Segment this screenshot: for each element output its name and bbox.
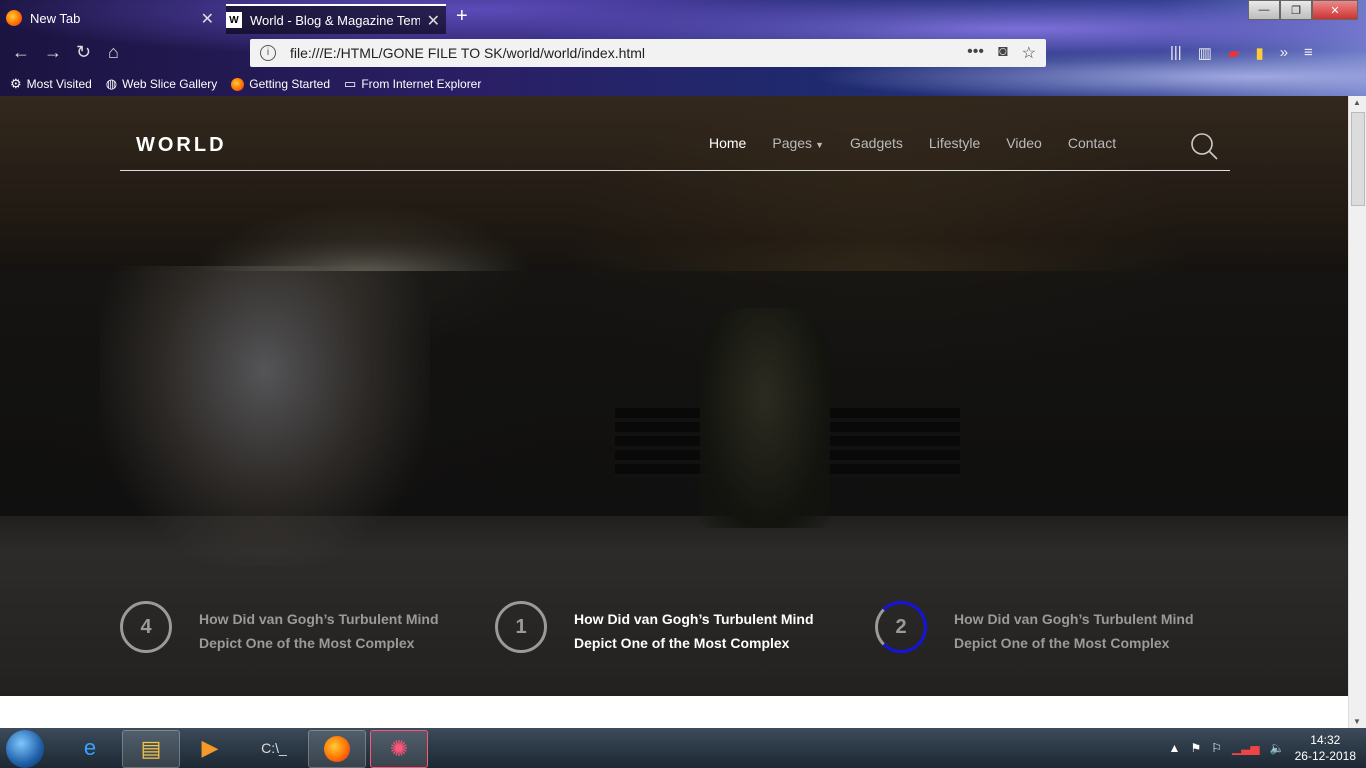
firefox-icon xyxy=(231,77,245,91)
bookmark-most-visited[interactable]: ⚙ Most Visited xyxy=(10,76,92,92)
close-tab-icon[interactable]: ✕ xyxy=(201,9,214,29)
menu-icon[interactable]: ≡ xyxy=(1304,44,1313,62)
browser-chrome: New Tab ✕ W World - Blog & Magazine Tem … xyxy=(0,0,1366,96)
bookmark-star-icon[interactable]: ☆ xyxy=(1022,43,1036,63)
feature-number-badge-progress: 2 xyxy=(875,601,927,653)
action-center-flag-icon[interactable]: ⚐ xyxy=(1211,741,1222,755)
feature-item[interactable]: 4 How Did van Gogh’s Turbulent Mind Depi… xyxy=(120,601,469,655)
header-divider xyxy=(120,170,1230,171)
scroll-up-icon[interactable]: ▲ xyxy=(1353,98,1361,107)
nav-video[interactable]: Video xyxy=(1006,135,1042,151)
bookmarks-bar: ⚙ Most Visited ◍ Web Slice Gallery Getting… xyxy=(10,76,481,92)
search-icon[interactable] xyxy=(1190,132,1218,160)
clock-date: 26-12-2018 xyxy=(1294,749,1356,763)
address-bar[interactable]: i file:///E:/HTML/GONE FILE TO SK/world/… xyxy=(250,39,1046,67)
feature-item[interactable]: 2 How Did van Gogh’s Turbulent Mind Depi… xyxy=(875,601,1224,655)
feature-number-badge: 1 xyxy=(495,601,547,653)
bookmark-web-slice-gallery[interactable]: ◍ Web Slice Gallery xyxy=(106,76,218,92)
app-taskbar-icon[interactable]: ✺ xyxy=(370,730,428,768)
bookmark-label: Getting Started xyxy=(249,77,331,91)
signal-icon[interactable]: ▁▃▅ xyxy=(1232,741,1260,755)
start-button[interactable] xyxy=(6,730,44,768)
network-status-icon[interactable]: ⚑ xyxy=(1190,741,1201,755)
tab-label: New Tab xyxy=(30,10,81,26)
bookmark-label: Web Slice Gallery xyxy=(122,77,218,91)
flash-addon-icon[interactable]: ▰ xyxy=(1228,44,1240,62)
scroll-down-icon[interactable]: ▼ xyxy=(1353,717,1361,726)
feature-title-line: How Did van Gogh’s Turbulent Mind xyxy=(954,611,1194,627)
nav-pages[interactable]: Pages ▼ xyxy=(772,135,824,151)
page-actions-icon[interactable]: ••• xyxy=(967,43,984,63)
overflow-icon[interactable]: » xyxy=(1280,44,1288,62)
folder-icon: ▭ xyxy=(344,76,357,91)
bookmark-getting-started[interactable]: Getting Started xyxy=(231,76,330,92)
show-hidden-icons-icon[interactable]: ▲ xyxy=(1169,741,1181,755)
firefox-icon xyxy=(6,10,22,26)
home-icon[interactable]: ⌂ xyxy=(108,42,119,63)
minimize-button[interactable]: — xyxy=(1248,0,1280,20)
maximize-button[interactable]: ❐ xyxy=(1280,0,1312,20)
nav-contact[interactable]: Contact xyxy=(1068,135,1116,151)
globe-icon: ◍ xyxy=(105,76,118,91)
nav-toolbar: ← → ↻ ⌂ i file:///E:/HTML/GONE FILE TO S… xyxy=(0,36,1366,72)
pocket-icon[interactable]: ◙ xyxy=(998,43,1008,63)
nav-pages-label: Pages xyxy=(772,135,813,151)
bookmark-label: Most Visited xyxy=(26,77,92,91)
toolbar-right: ||| ▥ ▰ ▮ » ≡ xyxy=(1170,44,1313,62)
tab-new-tab[interactable]: New Tab ✕ xyxy=(6,4,220,32)
feature-title-line: How Did van Gogh’s Turbulent Mind xyxy=(199,611,439,627)
library-icon[interactable]: ||| xyxy=(1170,44,1182,62)
nav-gadgets[interactable]: Gadgets xyxy=(850,135,903,151)
info-icon[interactable]: i xyxy=(260,45,276,61)
close-tab-icon[interactable]: ✕ xyxy=(427,11,440,31)
feature-title-line: Depict One of the Most Complex xyxy=(574,635,790,651)
hero-section: WORLD Home Pages ▼ Gadgets Lifestyle Vide… xyxy=(0,96,1348,696)
reload-icon[interactable]: ↻ xyxy=(76,42,91,63)
file-explorer-icon[interactable]: ▤ xyxy=(122,730,180,768)
volume-icon[interactable]: 🔈 xyxy=(1270,741,1285,755)
forward-icon[interactable]: → xyxy=(44,42,62,63)
clock-time: 14:32 xyxy=(1310,733,1341,747)
close-window-button[interactable]: ✕ xyxy=(1312,0,1358,20)
internet-explorer-icon[interactable]: e xyxy=(62,730,118,766)
url-text[interactable]: file:///E:/HTML/GONE FILE TO SK/world/wo… xyxy=(290,45,645,61)
site-logo[interactable]: WORLD xyxy=(136,134,227,157)
system-tray: ▲ ⚑ ⚐ ▁▃▅ 🔈 14:32 26-12-2018 xyxy=(1169,728,1366,768)
tab-world-blog[interactable]: W World - Blog & Magazine Tem ✕ xyxy=(226,4,446,34)
firefox-taskbar-icon[interactable] xyxy=(308,730,366,768)
page-content-below-hero xyxy=(0,696,1348,728)
feature-title[interactable]: How Did van Gogh’s Turbulent Mind Depict… xyxy=(574,607,844,655)
feature-title-line: How Did van Gogh’s Turbulent Mind xyxy=(574,611,814,627)
nav-home[interactable]: Home xyxy=(709,135,746,151)
page-scrollbar[interactable]: ▲ ▼ xyxy=(1348,96,1366,728)
caret-down-icon: ▼ xyxy=(815,140,824,150)
main-nav: Home Pages ▼ Gadgets Lifestyle Video Cont… xyxy=(709,135,1142,151)
back-icon[interactable]: ← xyxy=(12,42,30,63)
command-prompt-icon[interactable]: C:\_ xyxy=(246,730,302,766)
scrollbar-thumb[interactable] xyxy=(1351,112,1365,206)
sidebar-icon[interactable]: ▥ xyxy=(1198,44,1212,62)
bookmark-from-internet-explorer[interactable]: ▭ From Internet Explorer xyxy=(344,76,481,92)
tab-label: World - Blog & Magazine Tem xyxy=(250,12,420,28)
feature-title-line: Depict One of the Most Complex xyxy=(199,635,415,651)
taskbar: e ▤ ▶ C:\_ ✺ ▲ ⚑ ⚐ ▁▃▅ 🔈 14:32 26-12-201… xyxy=(0,728,1366,768)
tab-bar: New Tab ✕ W World - Blog & Magazine Tem … xyxy=(0,0,1366,34)
feature-title[interactable]: How Did van Gogh’s Turbulent Mind Depict… xyxy=(199,607,469,655)
window-controls: — ❐ ✕ xyxy=(1248,0,1358,20)
feature-title-line: Depict One of the Most Complex xyxy=(954,635,1170,651)
feature-item-active[interactable]: 1 How Did van Gogh’s Turbulent Mind Depi… xyxy=(495,601,844,655)
world-favicon-icon: W xyxy=(226,12,242,28)
firefox-icon xyxy=(324,736,350,762)
feature-number-badge: 4 xyxy=(120,601,172,653)
new-tab-button[interactable]: + xyxy=(456,5,468,28)
media-player-icon[interactable]: ▶ xyxy=(182,730,238,766)
chart-addon-icon[interactable]: ▮ xyxy=(1255,44,1263,62)
nav-lifestyle[interactable]: Lifestyle xyxy=(929,135,980,151)
feature-title[interactable]: How Did van Gogh’s Turbulent Mind Depict… xyxy=(954,607,1224,655)
bookmark-label: From Internet Explorer xyxy=(361,77,482,91)
gear-icon: ⚙ xyxy=(10,76,22,91)
clock[interactable]: 14:32 26-12-2018 xyxy=(1295,732,1356,764)
